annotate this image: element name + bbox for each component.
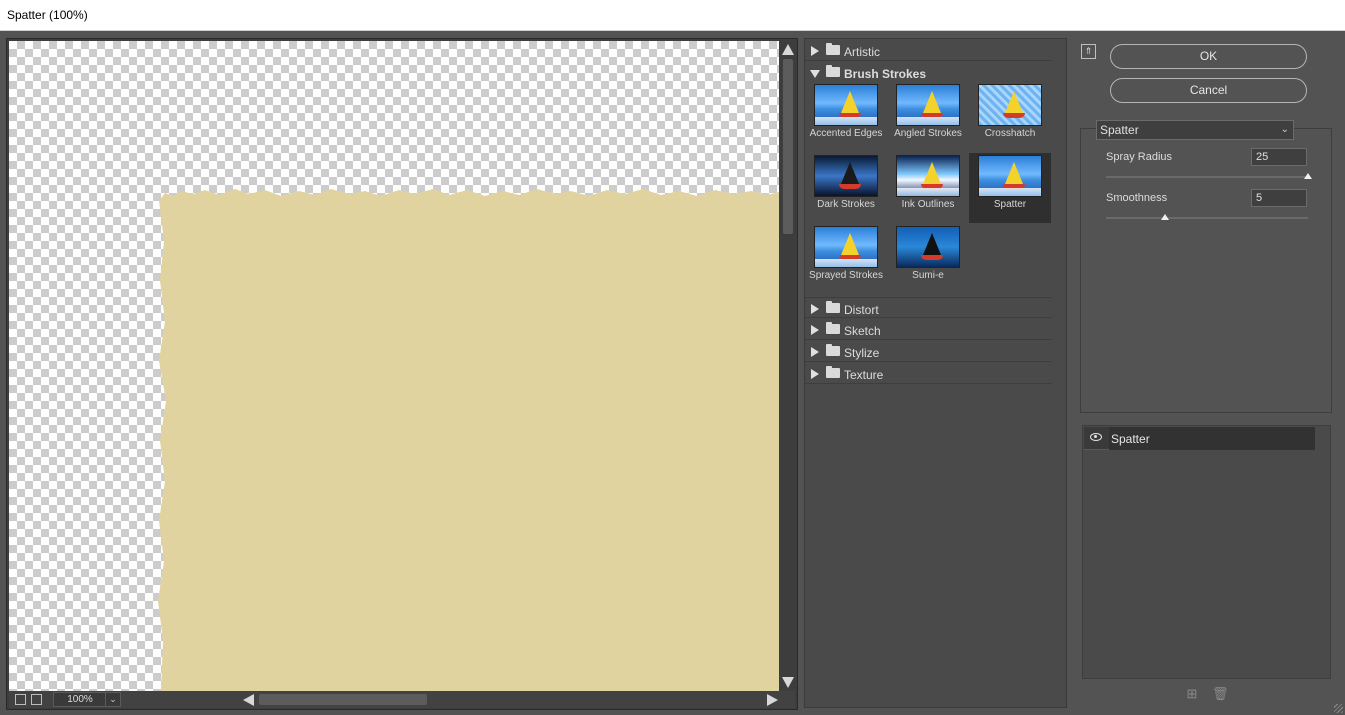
filter-thumb-label: Spatter [993, 199, 1027, 210]
category-label: Artistic [844, 45, 880, 59]
filter-thumb-label: Sumi-e [912, 270, 944, 281]
preview-vertical-scrollbar[interactable] [780, 41, 796, 691]
window-title: Spatter (100%) [7, 8, 88, 22]
preview-canvas[interactable] [9, 41, 779, 691]
spray-radius-label: Spray Radius [1106, 151, 1173, 163]
scroll-left-arrow-icon[interactable] [243, 694, 254, 706]
category-sketch[interactable]: Sketch [805, 319, 1052, 340]
expand-arrow-icon[interactable] [811, 46, 819, 56]
smoothness-slider-handle[interactable] [1160, 214, 1169, 220]
gallery-scrollbar[interactable] [1052, 39, 1066, 707]
effect-layer-label: Spatter [1111, 432, 1150, 446]
visibility-eye-icon[interactable] [1090, 433, 1102, 441]
folder-icon [826, 43, 840, 55]
category-label: Sketch [844, 324, 881, 338]
resize-grip-icon[interactable] [1334, 704, 1343, 713]
category-label: Stylize [844, 346, 880, 360]
filter-thumb-accented-edges[interactable]: Accented Edges [805, 82, 887, 152]
folder-icon [826, 301, 840, 313]
filter-thumb-crosshatch[interactable]: Crosshatch [969, 82, 1051, 152]
filter-thumb-label: Ink Outlines [901, 199, 955, 210]
category-brush-strokes[interactable]: Brush Strokes [805, 62, 1052, 83]
filter-preview-image [978, 84, 1042, 126]
filter-preview-image [814, 155, 878, 197]
filter-preview-image [978, 155, 1042, 197]
category-stylize[interactable]: Stylize [805, 341, 1052, 362]
cancel-button[interactable]: Cancel [1110, 78, 1307, 103]
smoothness-label: Smoothness [1106, 192, 1168, 204]
zoom-in-icon[interactable] [31, 694, 42, 705]
filter-thumb-label: Sprayed Strokes [809, 270, 883, 281]
folder-icon [826, 344, 840, 356]
expand-arrow-icon[interactable] [811, 347, 819, 357]
category-label: Distort [844, 303, 879, 317]
collapse-arrow-icon[interactable] [810, 70, 820, 78]
preview-image [158, 189, 779, 691]
filter-thumb-label: Accented Edges [809, 128, 883, 139]
scroll-down-arrow-icon[interactable] [782, 677, 794, 688]
folder-icon [826, 366, 840, 378]
vertical-scroll-thumb[interactable] [783, 59, 793, 234]
spray-radius-input[interactable]: 25 [1251, 148, 1307, 166]
filter-select-value: Spatter [1100, 123, 1139, 137]
smoothness-slider[interactable] [1106, 217, 1308, 219]
filter-thumb-label: Dark Strokes [817, 199, 875, 210]
preview-bottom-bar: 100% ⌄ [9, 691, 795, 708]
filter-preview-image [814, 84, 878, 126]
filter-select[interactable]: Spatter ⌄ [1096, 120, 1294, 140]
filter-gallery: Artistic Brush Strokes Accented Edges An… [804, 38, 1067, 708]
filter-thumb-dark-strokes[interactable]: Dark Strokes [805, 153, 887, 223]
preview-panel: 100% ⌄ [6, 38, 798, 710]
window-titlebar: Spatter (100%) [0, 0, 1345, 31]
effect-layers-panel: Spatter [1082, 425, 1331, 679]
folder-icon [826, 322, 840, 334]
filter-settings-panel [1080, 128, 1332, 413]
new-effect-layer-icon[interactable]: ⊞ [1186, 687, 1198, 700]
zoom-level[interactable]: 100% [53, 692, 107, 707]
zoom-dropdown-chevron-icon[interactable]: ⌄ [105, 692, 121, 707]
category-artistic[interactable]: Artistic [805, 40, 1052, 61]
filter-thumb-sumi-e[interactable]: Sumi-e [887, 224, 969, 294]
category-label: Brush Strokes [844, 67, 927, 81]
filter-thumb-angled-strokes[interactable]: Angled Strokes [887, 82, 969, 152]
scroll-right-arrow-icon[interactable] [767, 694, 778, 706]
filter-preview-image [896, 226, 960, 268]
category-distort[interactable]: Distort [805, 297, 1052, 318]
scroll-up-arrow-icon[interactable] [782, 44, 794, 55]
delete-effect-layer-icon[interactable]: 🗑 [1212, 687, 1229, 700]
filter-preview-image [896, 84, 960, 126]
filter-thumb-sprayed-strokes[interactable]: Sprayed Strokes [805, 224, 887, 294]
filter-preview-image [814, 226, 878, 268]
chevron-down-icon: ⌄ [1280, 124, 1289, 135]
expand-arrow-icon[interactable] [811, 325, 819, 335]
effect-layer-row[interactable]: Spatter [1084, 427, 1315, 450]
horizontal-scroll-thumb[interactable] [259, 694, 427, 705]
smoothness-input[interactable]: 5 [1251, 189, 1307, 207]
folder-icon [826, 65, 840, 77]
spray-radius-slider[interactable] [1106, 176, 1308, 178]
effect-layer-selection[interactable]: Spatter [1109, 427, 1315, 450]
expand-arrow-icon[interactable] [811, 304, 819, 314]
expand-arrow-icon[interactable] [811, 369, 819, 379]
category-label: Texture [844, 368, 884, 382]
spray-radius-slider-handle[interactable] [1304, 173, 1312, 179]
toggle-gallery-icon[interactable]: ⇑ [1081, 44, 1096, 59]
category-texture[interactable]: Texture [805, 363, 1052, 384]
filter-thumb-label: Crosshatch [984, 128, 1036, 139]
filter-thumb-ink-outlines[interactable]: Ink Outlines [887, 153, 969, 223]
filter-thumb-spatter[interactable]: Spatter [969, 153, 1051, 223]
filter-preview-image [896, 155, 960, 197]
filter-thumb-label: Angled Strokes [894, 128, 962, 139]
zoom-out-icon[interactable] [15, 694, 26, 705]
ok-button[interactable]: OK [1110, 44, 1307, 69]
